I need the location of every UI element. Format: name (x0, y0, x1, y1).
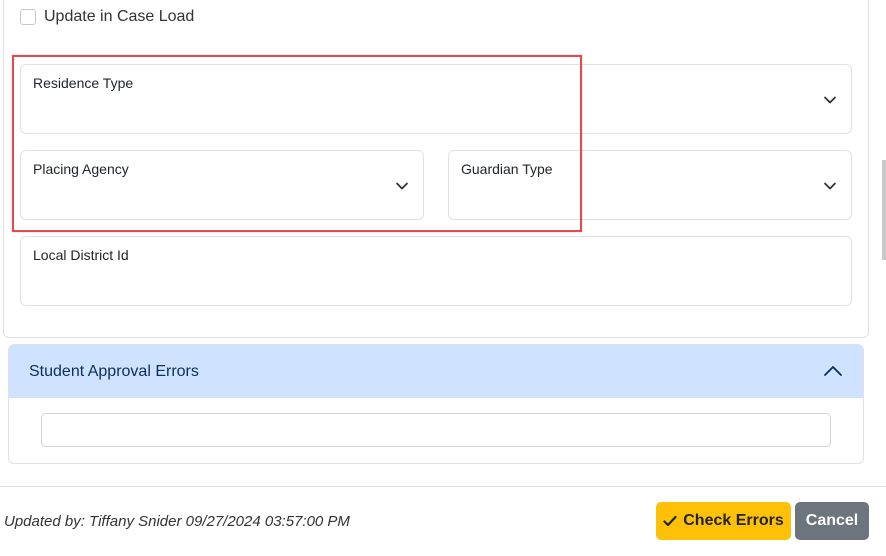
chevron-down-icon (824, 182, 836, 190)
chevron-up-icon[interactable] (823, 363, 843, 379)
chevron-down-icon (396, 182, 408, 190)
update-caseload-checkbox[interactable] (20, 9, 36, 25)
scrollbar[interactable] (882, 160, 886, 260)
page: Update in Case Load Residence Type Placi… (0, 0, 886, 556)
chevron-down-icon (824, 96, 836, 104)
update-caseload-row[interactable]: Update in Case Load (20, 8, 194, 26)
guardian-type-select[interactable]: Guardian Type (448, 150, 852, 220)
accordion-header[interactable]: Student Approval Errors (9, 345, 863, 398)
cancel-label: Cancel (805, 512, 859, 529)
local-district-id-label: Local District Id (33, 247, 129, 263)
local-district-id-input[interactable]: Local District Id (20, 236, 852, 306)
guardian-type-label: Guardian Type (461, 161, 553, 177)
cancel-button[interactable]: Cancel (795, 502, 869, 540)
residence-type-label: Residence Type (33, 75, 134, 91)
placing-agency-label: Placing Agency (33, 161, 129, 177)
student-approval-errors-accordion: Student Approval Errors (8, 344, 864, 464)
approval-errors-field[interactable] (41, 413, 831, 447)
accordion-title[interactable]: Student Approval Errors (29, 363, 199, 381)
checkmark-icon (663, 515, 677, 527)
footer-divider (0, 486, 886, 487)
update-caseload-label[interactable]: Update in Case Load (44, 8, 194, 26)
check-errors-button[interactable]: Check Errors (656, 502, 791, 540)
updated-by-text: Updated by: Tiffany Snider 09/27/2024 03… (4, 513, 350, 530)
residence-type-select[interactable]: Residence Type (20, 64, 852, 134)
placing-agency-select[interactable]: Placing Agency (20, 150, 424, 220)
check-errors-label: Check Errors (683, 512, 784, 529)
